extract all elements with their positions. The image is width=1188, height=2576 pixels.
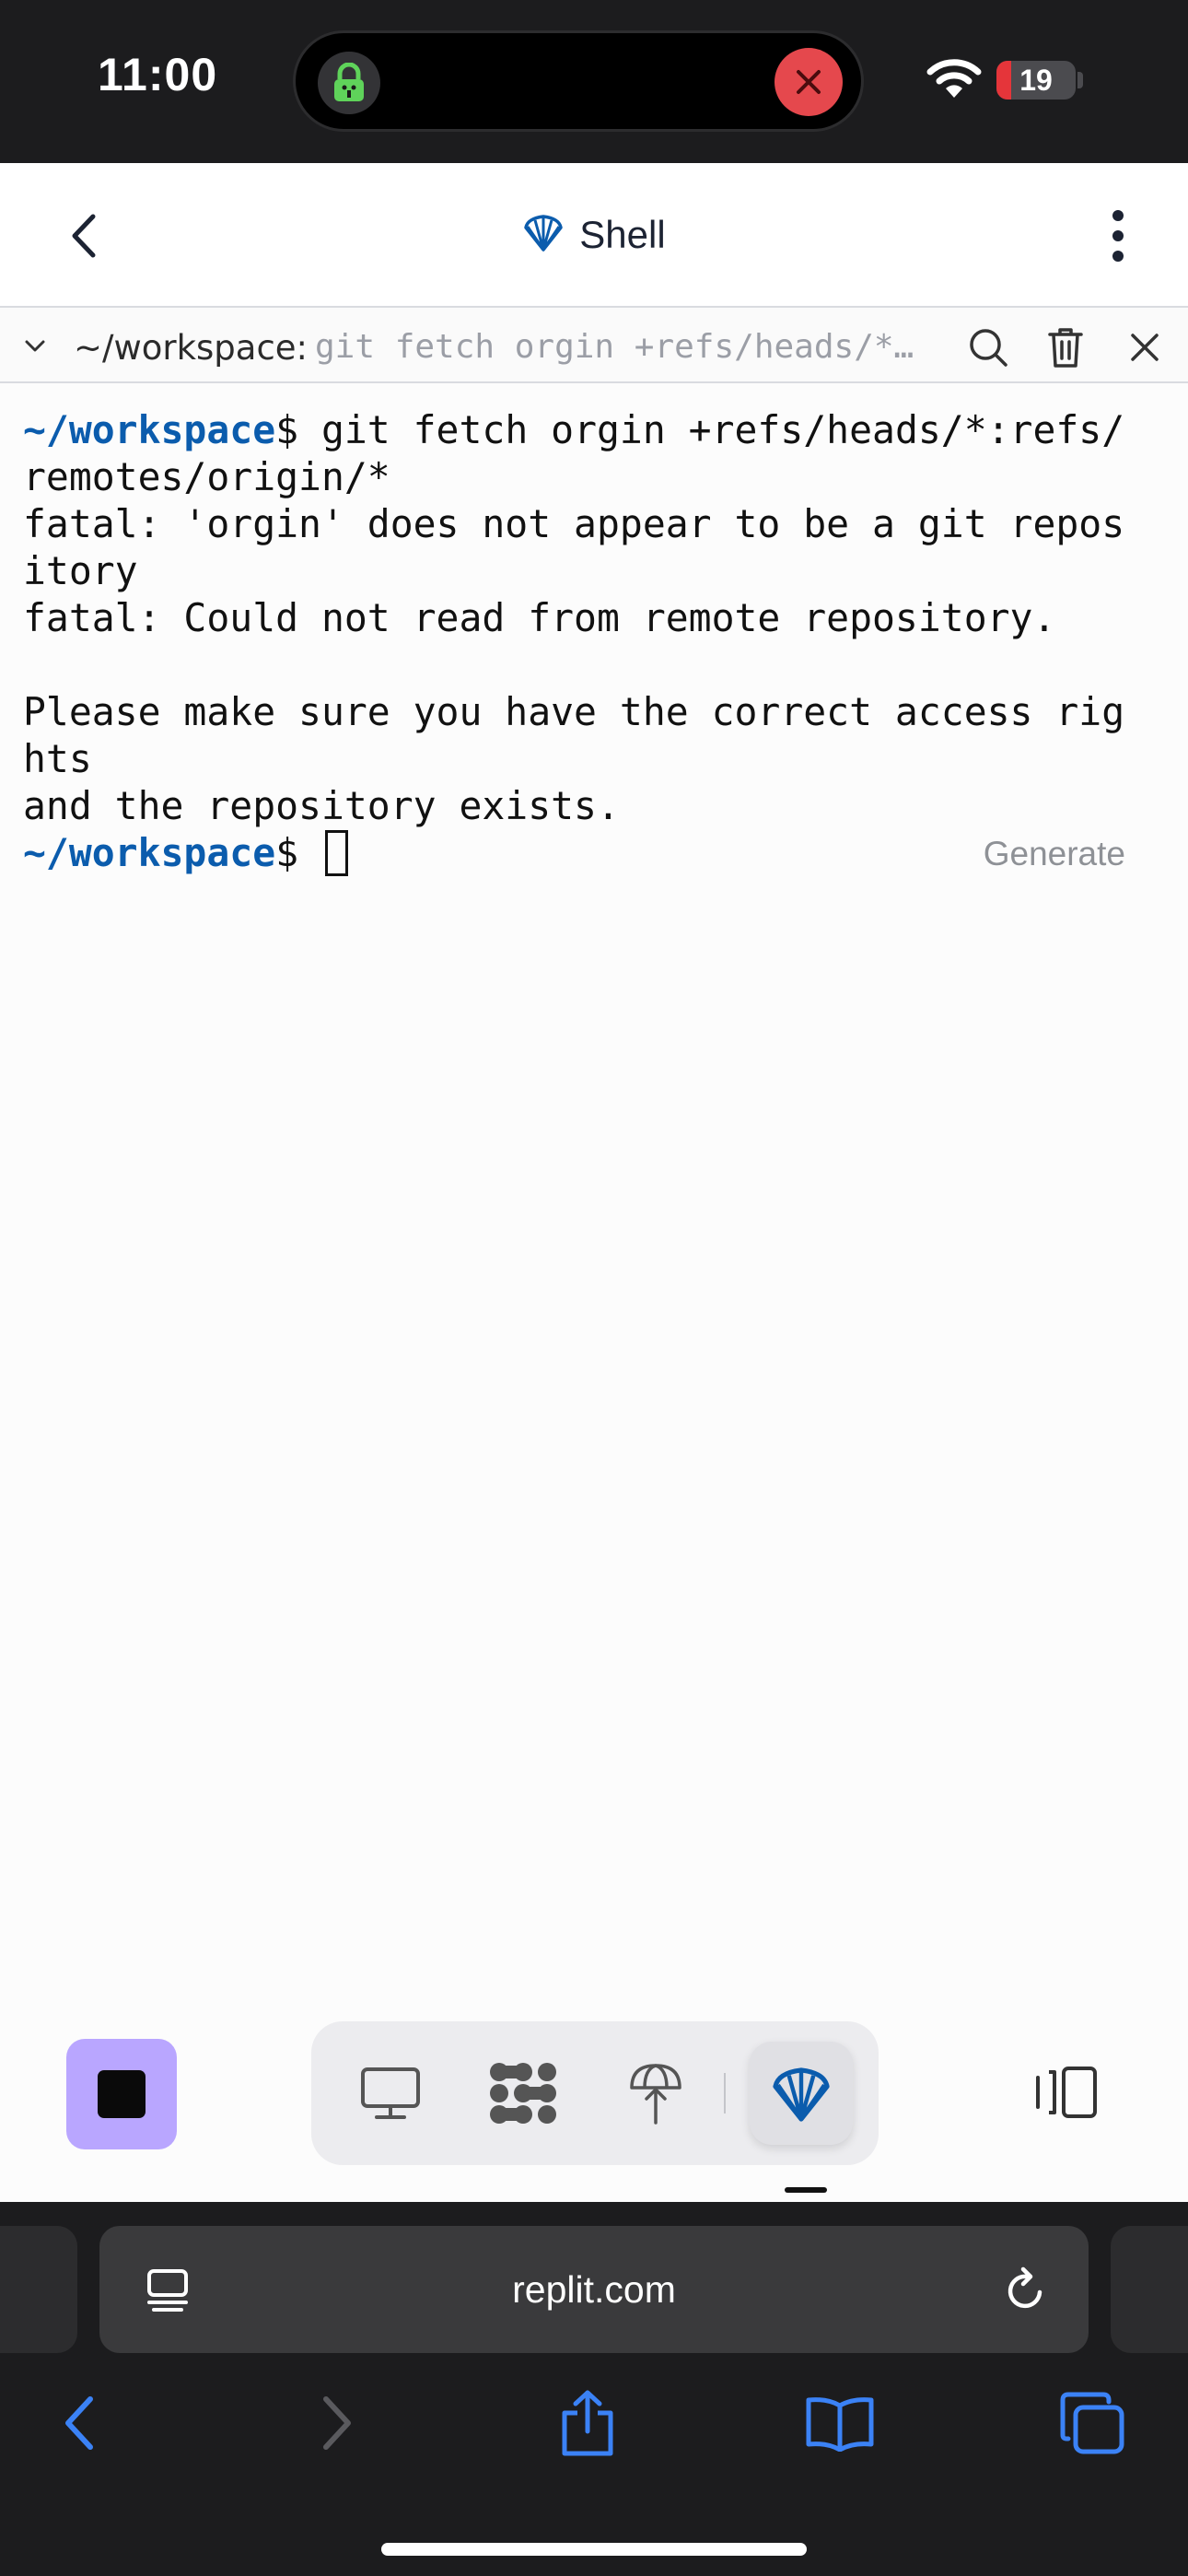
dock-divider	[724, 2073, 726, 2113]
browser-toolbar: replit.com	[0, 2202, 1188, 2576]
generate-button[interactable]: Generate	[984, 835, 1125, 873]
monitor-icon	[361, 2067, 420, 2119]
browser-back-button[interactable]	[42, 2386, 116, 2460]
battery-indicator: 19	[996, 61, 1076, 100]
dock-item-shell[interactable]	[750, 2042, 853, 2145]
chevron-left-icon	[65, 2396, 93, 2450]
stop-icon	[98, 2070, 146, 2118]
url-text[interactable]: replit.com	[99, 2226, 1089, 2353]
dock-item-webview[interactable]	[339, 2042, 442, 2145]
status-bar: 11:00 19	[0, 0, 1188, 163]
tool-dock	[311, 2021, 879, 2165]
page-title: Shell	[579, 212, 666, 256]
book-icon	[806, 2397, 874, 2452]
terminal-output: ~/workspace$ git fetch orgin +refs/heads…	[23, 407, 1165, 877]
share-icon	[562, 2390, 613, 2456]
terminal-line: fatal: Could not read from remote reposi…	[23, 596, 1056, 640]
wifi-icon	[926, 59, 982, 104]
battery-nub	[1077, 72, 1083, 88]
tabs-icon	[1060, 2392, 1124, 2454]
replit-logo-icon	[490, 2063, 556, 2124]
page-menu-icon[interactable]	[144, 2266, 192, 2314]
back-button[interactable]	[52, 204, 116, 268]
terminal-line: itory	[23, 549, 138, 593]
terminal-line: and the repository exists.	[23, 784, 620, 828]
more-options-button[interactable]	[1090, 204, 1146, 268]
cwd-label: ~/workspace:	[74, 328, 309, 368]
chevron-right-icon	[323, 2396, 351, 2450]
share-button[interactable]	[551, 2386, 624, 2460]
browser-forward-button[interactable]	[300, 2386, 374, 2460]
header-title-group: Shell	[0, 163, 1188, 306]
app-header: Shell	[0, 163, 1188, 306]
trash-icon[interactable]	[1042, 324, 1089, 370]
terminal-line: ~/workspace$ git fetch orgin +refs/heads…	[23, 408, 1125, 452]
dynamic-island[interactable]	[293, 30, 864, 132]
terminal-line: remotes/origin/*	[23, 455, 390, 499]
reload-icon[interactable]	[998, 2263, 1054, 2318]
chevron-down-icon[interactable]	[17, 328, 53, 365]
previous-tab-peek[interactable]	[0, 2226, 77, 2353]
home-indicator	[381, 2543, 807, 2556]
dock-item-deployments[interactable]	[604, 2042, 707, 2145]
terminal[interactable]: ~/workspace$ git fetch orgin +refs/heads…	[0, 383, 1188, 2202]
shell-icon	[522, 213, 565, 256]
tabs-button[interactable]	[1055, 2386, 1129, 2460]
next-tab-peek[interactable]	[1111, 2226, 1188, 2353]
layout-toggle-button[interactable]	[1030, 2060, 1103, 2125]
more-vertical-icon	[1112, 210, 1124, 262]
terminal-toolbar: ~/workspace: git fetch orgin +refs/heads…	[0, 306, 1188, 383]
close-icon[interactable]	[1122, 324, 1168, 370]
terminal-cursor	[324, 830, 348, 876]
terminal-line: Please make sure you have the correct ac…	[23, 690, 1125, 734]
dock-item-workflows[interactable]	[472, 2042, 575, 2145]
terminal-line: hts	[23, 737, 92, 781]
close-icon[interactable]	[775, 48, 843, 116]
active-tab-indicator	[785, 2187, 827, 2193]
address-bar[interactable]: replit.com	[99, 2226, 1089, 2353]
deployments-icon	[630, 2064, 681, 2125]
search-icon[interactable]	[965, 324, 1011, 370]
vpn-lock-icon[interactable]	[318, 52, 380, 114]
bookmarks-button[interactable]	[803, 2386, 877, 2460]
stop-button[interactable]	[66, 2039, 177, 2149]
prompt: ~/workspace	[23, 408, 276, 452]
split-layout-icon	[1036, 2067, 1097, 2118]
terminal-line: fatal: 'orgin' does not appear to be a g…	[23, 502, 1125, 546]
command-preview: git fetch orgin +refs/heads/*:refs/remot…	[315, 328, 932, 366]
battery-level: 19	[1019, 63, 1053, 97]
prompt: ~/workspace	[23, 831, 276, 875]
shell-icon	[773, 2067, 830, 2122]
status-time: 11:00	[98, 49, 218, 100]
